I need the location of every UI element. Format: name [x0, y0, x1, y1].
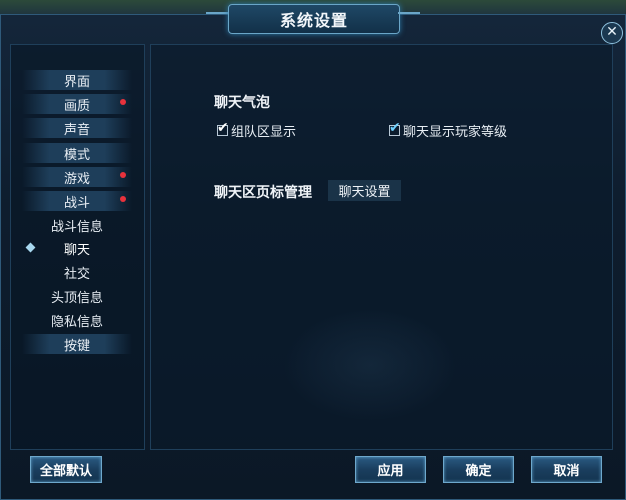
close-button[interactable]: ✕ [601, 22, 623, 44]
cancel-button[interactable]: 取消 [531, 456, 602, 483]
sidebar-item-overhead-info[interactable]: 头顶信息 [22, 286, 132, 306]
close-icon: ✕ [606, 24, 618, 40]
confirm-button[interactable]: 确定 [443, 456, 514, 483]
sidebar-item-privacy-info[interactable]: 隐私信息 [22, 310, 132, 330]
window-title: 系统设置 [228, 4, 400, 34]
team-area-display-checkbox[interactable]: ✔ 组队区显示 [217, 120, 297, 140]
show-player-level-checkbox[interactable]: ✔ 聊天显示玩家等级 [389, 120, 508, 140]
sidebar-item-combat[interactable]: 战斗 [22, 191, 132, 211]
title-ornament-right [398, 12, 420, 20]
sidebar-item-sound[interactable]: 声音 [22, 118, 132, 138]
notification-dot [120, 99, 126, 105]
notification-dot [120, 196, 126, 202]
chat-settings-button[interactable]: 聊天设置 [328, 180, 401, 201]
sidebar-item-social[interactable]: 社交 [22, 262, 132, 282]
sidebar-item-chat[interactable]: 聊天 [22, 238, 132, 258]
apply-button[interactable]: 应用 [355, 456, 426, 483]
sidebar-item-graphics[interactable]: 画质 [22, 94, 132, 114]
chat-bubble-section-title: 聊天气泡 [214, 95, 270, 111]
sidebar-item-game[interactable]: 游戏 [22, 167, 132, 187]
notification-dot [120, 172, 126, 178]
checkbox-check-icon: ✔ [389, 120, 401, 136]
background-emblem [285, 310, 455, 420]
title-ornament-left [206, 12, 228, 20]
sidebar-item-combat-info[interactable]: 战斗信息 [22, 215, 132, 235]
reset-all-button[interactable]: 全部默认 [30, 456, 102, 483]
sidebar-item-keybinds[interactable]: 按键 [22, 334, 132, 354]
team-area-display-label: 组队区显示 [231, 125, 297, 140]
sidebar-item-interface[interactable]: 界面 [22, 70, 132, 90]
chat-tab-management-title: 聊天区页标管理 [214, 185, 312, 201]
show-player-level-label: 聊天显示玩家等级 [403, 125, 508, 140]
sidebar-item-mode[interactable]: 模式 [22, 143, 132, 163]
checkbox-check-icon: ✔ [217, 120, 229, 136]
